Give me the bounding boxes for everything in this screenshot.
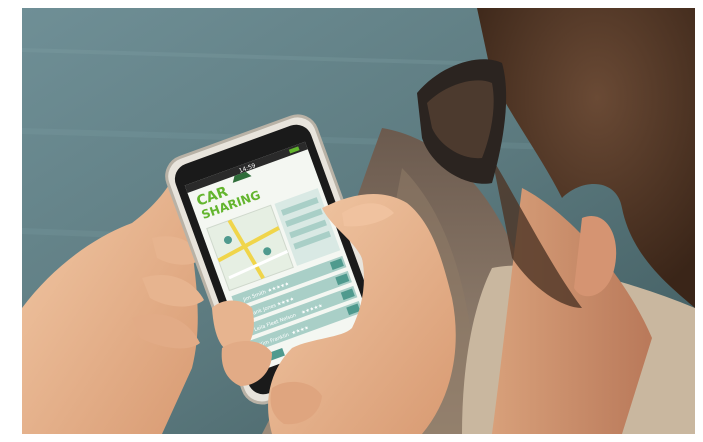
photo-scene: 14:59 CAR SHARING Jim Smith ★★★★★ Frank … xyxy=(22,8,695,434)
photo: 14:59 CAR SHARING Jim Smith ★★★★★ Frank … xyxy=(22,8,695,434)
